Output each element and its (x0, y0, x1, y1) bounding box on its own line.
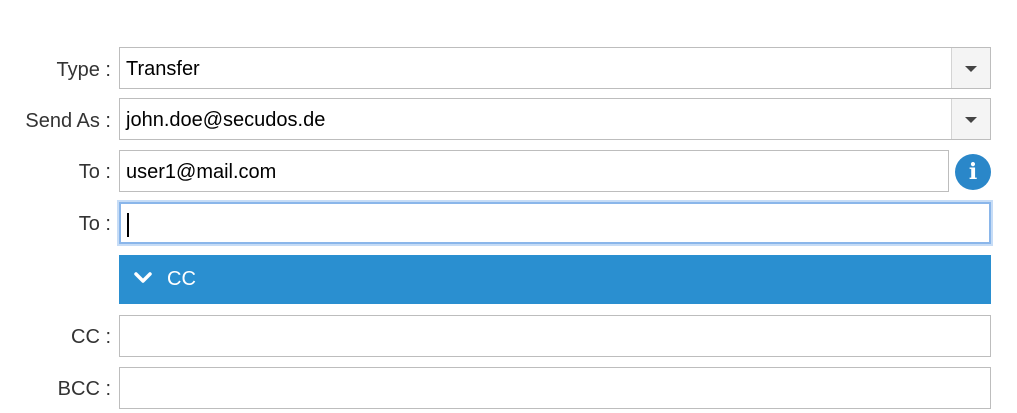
type-value: Transfer (126, 58, 200, 80)
type-label: Type : (56, 59, 111, 81)
to-label: To : (78, 161, 111, 183)
chevron-down-icon (134, 272, 152, 283)
bcc-input[interactable] (119, 367, 991, 409)
cc-section-label: CC (167, 268, 196, 290)
caret-down-icon (965, 66, 977, 72)
caret-down-icon (965, 117, 977, 123)
cc-label: CC : (71, 326, 111, 348)
text-caret (127, 212, 129, 237)
cc-input[interactable] (119, 315, 991, 357)
type-select[interactable]: Transfer (119, 47, 991, 89)
bcc-label: BCC : (57, 378, 111, 400)
send-as-dropdown-button[interactable] (951, 99, 990, 139)
send-as-value: john.doe@secudos.de (126, 109, 326, 131)
to-recipient-value: user1@mail.com (126, 161, 277, 183)
send-as-select[interactable]: john.doe@secudos.de (119, 98, 991, 140)
type-dropdown-button[interactable] (951, 48, 990, 88)
send-as-label: Send As : (25, 110, 111, 132)
info-icon[interactable]: i (955, 154, 991, 190)
to-recipient-field[interactable]: user1@mail.com (119, 150, 949, 192)
email-form: Type : Transfer Send As : john.doe@secud… (0, 0, 1017, 413)
to-label-2: To : (78, 213, 111, 235)
cc-section-toggle[interactable]: CC (119, 255, 991, 304)
to-input[interactable] (119, 202, 991, 244)
